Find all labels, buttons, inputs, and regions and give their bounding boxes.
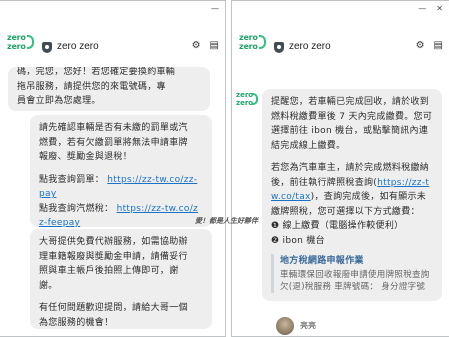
fuel-query-line: 點我查詢汽燃稅： https://zz-tw.co/zz-feepay bbox=[39, 202, 203, 228]
option-text: 線上繳費（電腦操作較便利） bbox=[282, 221, 404, 231]
chat-header: zero zero zero zero ⚙ ▤ bbox=[232, 27, 449, 67]
message-bubble: 提醒您，若車輛已完成回收，請於收到燃料稅繳費單後 7 天內完成繳費。您可選擇前往… bbox=[262, 89, 442, 301]
card-title: 地方稅網路申報作業 bbox=[280, 256, 364, 266]
chat-panel-right: — ✕ zero zero zero zero ⚙ ▤ zero zero 提醒… bbox=[231, 0, 449, 337]
option-number-icon: ❶ bbox=[271, 221, 280, 231]
logo-mark-icon bbox=[259, 35, 266, 49]
shield-icon bbox=[42, 42, 52, 53]
logo-text-bottom: zero bbox=[239, 42, 258, 51]
message-line: 請先確認車輛是否有未繳的罰單或汽 bbox=[39, 123, 188, 133]
fuel-query-label: 點我查詢汽燃稅： bbox=[39, 203, 114, 214]
zero-zero-logo: zero zero bbox=[7, 33, 35, 57]
logo-text-top: zero bbox=[7, 33, 26, 42]
option-text: ibon 機台 bbox=[282, 235, 325, 246]
menu-icon[interactable]: ▤ bbox=[210, 40, 219, 51]
minimize-button[interactable]: — bbox=[211, 5, 219, 13]
chat-title: zero zero bbox=[289, 41, 331, 52]
fine-query-label: 點我查詢罰單： bbox=[39, 174, 105, 185]
watermark-text: 愛！都是人生好夥伴 bbox=[195, 217, 258, 225]
message-line: 謝。 bbox=[39, 280, 58, 291]
option-item: ❶ 線上繳費（電腦操作較便利） bbox=[271, 219, 433, 234]
logo-text-bottom: zero bbox=[236, 99, 254, 107]
card-text: 車輛環保回收報廢申請使用牌照稅查詢欠(退)稅服務 車牌號碼： 身分證字號 bbox=[280, 269, 430, 292]
message-line: 碼，完您，您好！若您確定要換約車輛 bbox=[17, 67, 176, 77]
bot-avatar-logo: zero zero bbox=[236, 91, 262, 113]
chat-header: zero zero zero zero ⚙ ▤ bbox=[0, 27, 225, 67]
message-line: 照與車主帳戶後拍照上傳即可，謝 bbox=[39, 266, 179, 276]
header-actions: ⚙ ▤ bbox=[192, 40, 219, 51]
message-line: 燃費，若有欠繳罰單將無法申請車牌 bbox=[39, 137, 188, 148]
message-line: 拖吊服務，請提供您的來電號碼，專 bbox=[17, 81, 166, 92]
user-name: 亮亮 bbox=[300, 321, 316, 330]
header-actions: ⚙ ▤ bbox=[416, 40, 443, 51]
gear-icon[interactable]: ⚙ bbox=[192, 40, 201, 51]
minimize-button[interactable]: — bbox=[418, 5, 426, 13]
option-number-icon: ❷ bbox=[271, 235, 280, 246]
logo-text-bottom: zero bbox=[7, 42, 26, 51]
option-item: ❷ ibon 機台 bbox=[271, 234, 433, 249]
message-line: 員會立即為您處理。 bbox=[17, 96, 101, 106]
logo-text-top: zero bbox=[236, 91, 254, 99]
gear-icon[interactable]: ⚙ bbox=[416, 40, 425, 51]
logo-text-top: zero bbox=[239, 33, 258, 42]
message-line: 報廢、獎勵金與退稅！ bbox=[39, 152, 133, 162]
message-paragraph: 若您為汽車車主，請於完成燃料稅繳納後，前往執行牌照稅查詢(https://zz-… bbox=[271, 161, 433, 219]
message-line: 為您服務的機會！ bbox=[39, 317, 114, 328]
message-line: 理車籍報廢與獎勵金申請，請備妥行 bbox=[39, 251, 188, 262]
message-bubble: 大哥提供免費代辦服務，如需協助辦 理車籍報廢與獎勵金申請，請備妥行 照與車主帳戶… bbox=[30, 229, 212, 329]
zero-zero-logo: zero zero bbox=[239, 33, 267, 57]
menu-icon[interactable]: ▤ bbox=[434, 40, 443, 51]
fine-query-line: 點我查詢罰單： https://zz-tw.co/zz-pay bbox=[39, 173, 203, 202]
window-controls: — bbox=[211, 5, 219, 13]
user-avatar bbox=[276, 317, 294, 335]
message-bubble: 碼，完您，您好！若您確定要換約車輛 拖吊服務，請提供您的來電號碼，專 員會立即為… bbox=[8, 67, 210, 111]
message-bubble: 請先確認車輛是否有未繳的罰單或汽 燃費，若有欠繳罰單將無法申請車牌 報廢、獎勵金… bbox=[30, 115, 212, 227]
chat-panel-left: — zero zero zero zero ⚙ ▤ 碼，完您，您好！若您確定要換… bbox=[0, 0, 226, 337]
link-preview-card[interactable]: 地方稅網路申報作業 車輛環保回收報廢申請使用牌照稅查詢欠(退)稅服務 車牌號碼：… bbox=[271, 254, 433, 293]
shield-icon bbox=[274, 42, 284, 53]
message-paragraph: 提醒您，若車輛已完成回收，請於收到燃料稅繳費單後 7 天內完成繳費。您可選擇前往… bbox=[271, 97, 433, 151]
close-button[interactable]: ✕ bbox=[436, 5, 443, 13]
message-line: 有任何問題歡迎提問，請給大哥一個 bbox=[39, 303, 188, 313]
logo-mark-icon bbox=[27, 35, 34, 49]
window-controls: — ✕ bbox=[418, 5, 443, 13]
message-line: 大哥提供免費代辦服務，如需協助辦 bbox=[39, 237, 188, 247]
chat-title: zero zero bbox=[57, 41, 99, 52]
logo-mark-icon bbox=[252, 93, 258, 105]
